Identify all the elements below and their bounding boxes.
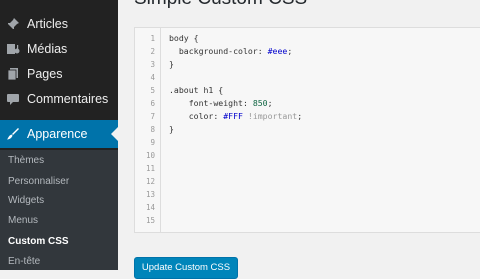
submenu-item-menus[interactable]: Menus <box>8 215 38 226</box>
line-number: 11 <box>145 164 155 173</box>
menu-item-label: Articles <box>27 17 68 31</box>
line-number: 5 <box>150 86 155 95</box>
code-line[interactable]: background-color: #eee; <box>169 46 292 56</box>
line-number: 8 <box>150 125 155 134</box>
menu-item-articles[interactable]: Articles <box>0 11 118 37</box>
code-line[interactable]: } <box>169 124 174 134</box>
css-code-editor[interactable]: 1 2 3 4 5 6 7 8 9 10 11 12 13 14 15 body… <box>134 27 480 233</box>
code-line[interactable]: .about h1 { <box>169 85 223 95</box>
submenu-item-header[interactable]: En-tête <box>8 256 40 267</box>
menu-item-label: Pages <box>27 67 63 81</box>
admin-sidebar: Articles Médias Pages Commentaires Appar… <box>0 0 118 270</box>
menu-item-label: Médias <box>27 42 68 56</box>
line-number: 7 <box>150 112 155 121</box>
line-number-gutter: 1 2 3 4 5 6 7 8 9 10 11 12 13 14 15 <box>135 28 161 232</box>
menu-item-label: Apparence <box>27 127 88 141</box>
line-number: 10 <box>145 151 155 160</box>
submenu-item-widgets[interactable]: Widgets <box>8 195 44 206</box>
code-line[interactable]: color: #FFF !important; <box>169 111 302 121</box>
appearance-submenu: Thèmes Personnaliser Widgets Menus Custo… <box>0 150 118 270</box>
menu-item-appearance[interactable]: Apparence <box>0 120 118 148</box>
comments-icon <box>6 92 20 106</box>
menu-item-medias[interactable]: Médias <box>0 36 118 62</box>
menu-item-label: Commentaires <box>27 92 109 106</box>
line-number: 13 <box>145 190 155 199</box>
submenu-item-themes[interactable]: Thèmes <box>8 155 44 166</box>
pages-icon <box>6 67 20 81</box>
submenu-item-customize[interactable]: Personnaliser <box>8 176 69 187</box>
media-icon <box>6 42 20 56</box>
menu-item-pages[interactable]: Pages <box>0 61 118 87</box>
menu-item-comments[interactable]: Commentaires <box>0 86 118 112</box>
line-number: 14 <box>145 203 155 212</box>
submenu-item-custom-css[interactable]: Custom CSS <box>8 236 69 247</box>
line-number: 1 <box>150 34 155 43</box>
line-number: 12 <box>145 177 155 186</box>
line-number: 6 <box>150 99 155 108</box>
pin-icon <box>6 17 20 31</box>
active-indicator-arrow <box>111 127 118 141</box>
page-title: Simple Custom CSS <box>134 0 307 10</box>
code-line[interactable]: font-weight: 850; <box>169 98 273 108</box>
appearance-brush-icon <box>6 127 20 141</box>
line-number: 9 <box>150 138 155 147</box>
line-number: 2 <box>150 47 155 56</box>
code-line[interactable]: } <box>169 59 174 69</box>
line-number: 4 <box>150 73 155 82</box>
update-custom-css-button[interactable]: Update Custom CSS <box>134 257 238 279</box>
code-line[interactable]: body { <box>169 33 199 43</box>
line-number: 15 <box>145 216 155 225</box>
line-number: 3 <box>150 60 155 69</box>
